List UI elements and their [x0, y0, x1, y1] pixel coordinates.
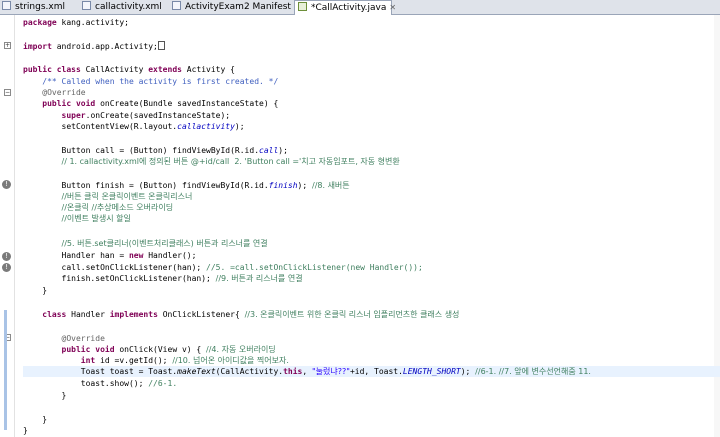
manifest-file-icon [172, 1, 181, 10]
tab-callactivity-java[interactable]: *CallActivity.java ✕ [294, 0, 396, 15]
javadoc-comment: /** Called when the activity is first cr… [42, 77, 279, 86]
code-comment: //6-1. [148, 379, 178, 388]
code-line: /** Called when the activity is first cr… [23, 76, 278, 87]
tab-strings-xml[interactable]: strings.xml [2, 0, 65, 14]
code-line: import android.app.Activity; [23, 41, 165, 52]
code-comment: //8. 새버튼 [312, 181, 350, 190]
java-file-icon [298, 2, 307, 11]
code-comment: //버튼 클릭 온클릭이벤트 온클릭리스너 [61, 192, 193, 201]
warning-icon[interactable]: ! [2, 263, 11, 272]
code-line: Handler han = new Handler(); [23, 251, 197, 260]
tab-callactivity-xml[interactable]: callactivity.xml [82, 0, 162, 14]
code-comment: //5. 버튼.set클리너(이벤트처리클래스) 버튼과 리스너를 연결 [61, 239, 268, 248]
close-brace: } [42, 415, 48, 424]
code-line: public void onCreate(Bundle savedInstanc… [42, 99, 279, 108]
code-comment: //6-1. //7. 앞에 변수선언해줌 11. [475, 367, 591, 376]
code-line: int id =v.getId(); //10. 넘어온 아이디값을 찍어보자. [80, 356, 289, 365]
code-line: //이벤트 발생시 할일 [23, 213, 131, 224]
tab-label: callactivity.xml [95, 2, 162, 12]
code-line: package kang.activity; [23, 18, 129, 27]
xml-file-icon [2, 1, 11, 10]
editor-ruler [0, 15, 15, 437]
xml-file-icon [82, 1, 91, 10]
editor-tab-bar: strings.xml callactivity.xml ActivityExa… [0, 0, 720, 15]
code-comment: //4. 자동 오버라이딩 [206, 345, 276, 354]
annotation: @Override [42, 88, 86, 97]
code-line: // 1. callactivity.xml에 정의된 버튼 @+id/call… [23, 156, 400, 167]
annotation: @Override [61, 334, 105, 343]
close-brace: } [61, 391, 67, 400]
code-line: //5. 버튼.set클리너(이벤트처리클래스) 버튼과 리스너를 연결 [23, 238, 268, 249]
code-line: public class CallActivity extends Activi… [23, 65, 235, 74]
code-line: setContentView(R.layout.callactivity); [23, 122, 245, 131]
code-line: class Handler implements OnClickListener… [42, 310, 460, 319]
code-line: finish.setOnClickListener(han); //9. 버튼과… [23, 274, 303, 283]
code-line: Button finish = (Button) findViewById(R.… [23, 181, 350, 190]
code-comment: //10. 넘어온 아이디값을 찍어보자. [172, 356, 289, 365]
code-line: } [23, 285, 47, 296]
code-comment: //5. =call.setOnClickListener(new Handle… [206, 263, 423, 272]
tab-label: ActivityExam2 Manifest [185, 2, 291, 12]
fold-collapse-icon[interactable]: − [4, 89, 11, 96]
tab-activityexam2-manifest[interactable]: ActivityExam2 Manifest [172, 0, 291, 14]
code-comment: //9. 버튼과 리스너를 연결 [215, 274, 303, 283]
code-line: } [23, 414, 47, 425]
scope-indicator [4, 310, 7, 430]
code-comment: //온클릭 //추상메소드 오버라이딩 [61, 203, 174, 212]
code-comment: //이벤트 발생시 할일 [61, 214, 131, 223]
code-comment: //3. 온클릭이벤트 위한 온클릭 리스너 임플리먼츠한 클래스 생성 [244, 310, 460, 319]
code-line: //온클릭 //추상메소드 오버라이딩 [23, 202, 174, 213]
fold-expand-icon[interactable]: + [4, 42, 11, 49]
tab-label: *CallActivity.java [311, 3, 387, 13]
code-line: public void onClick(View v) { //4. 자동 오버… [61, 345, 276, 354]
code-comment: // 1. callactivity.xml에 정의된 버튼 @+id/call… [61, 157, 400, 166]
code-line: } [23, 425, 28, 436]
code-line: Button call = (Button) findViewById(R.id… [23, 146, 288, 155]
close-icon[interactable]: ✕ [389, 3, 396, 12]
code-line: call.setOnClickListener(han); //5. =call… [23, 263, 423, 272]
code-line-current: Toast toast = Toast.makeText(CallActivit… [23, 366, 720, 377]
code-line: //버튼 클릭 온클릭이벤트 온클릭리스너 [23, 191, 193, 202]
code-line: @Override [23, 333, 105, 344]
code-line: @Override [23, 87, 86, 98]
code-line: } [23, 390, 67, 401]
tab-label: strings.xml [15, 2, 65, 12]
close-brace: } [42, 286, 48, 295]
warning-icon[interactable]: ! [2, 252, 11, 261]
warning-icon[interactable]: ! [2, 180, 11, 189]
close-brace: } [23, 426, 28, 435]
code-line: super.onCreate(savedInstanceState); [61, 111, 231, 120]
code-line: toast.show(); //6-1. [23, 379, 178, 388]
